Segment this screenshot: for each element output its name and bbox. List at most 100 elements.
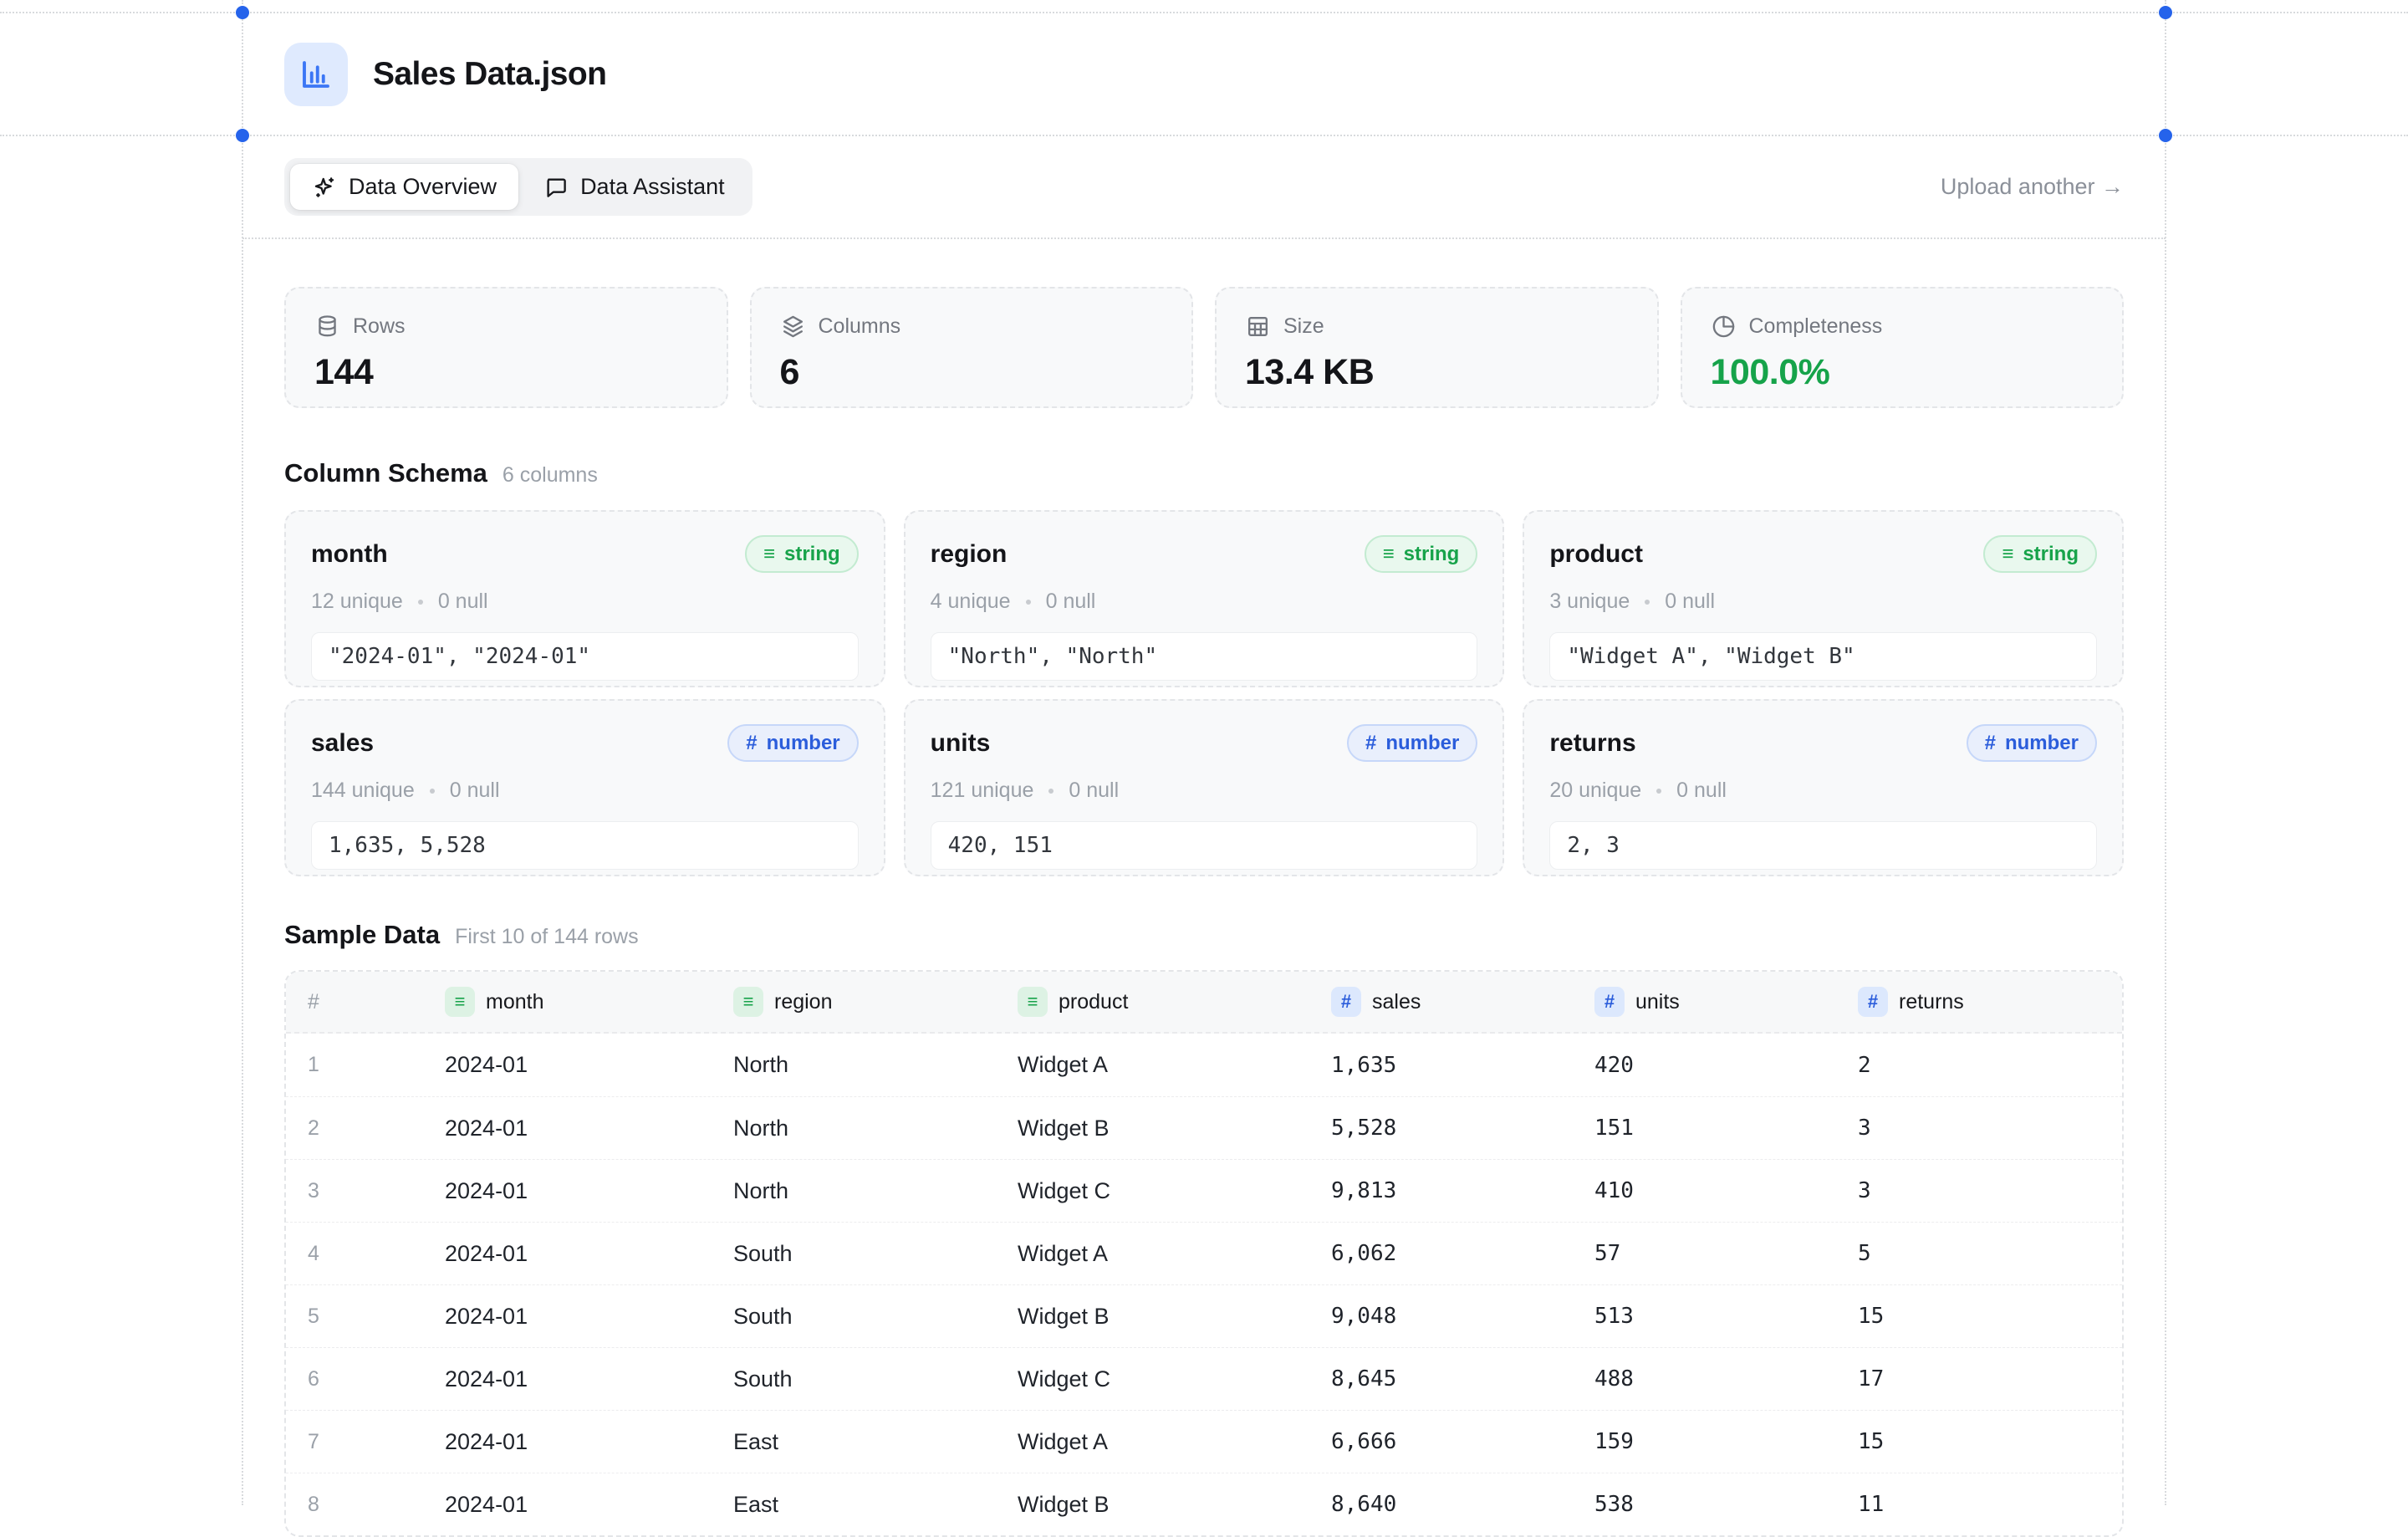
section-subtitle: First 10 of 144 rows [455, 925, 639, 949]
sample-values: "North", "North" [931, 632, 1478, 681]
cell-units: 538 [1594, 1492, 1858, 1517]
type-icon: # [1985, 730, 1996, 756]
null-count: 0 null [1665, 590, 1715, 614]
cell-region: North [733, 1052, 1018, 1078]
cell-returns: 11 [1858, 1492, 2122, 1517]
stat-label: Rows [353, 314, 406, 339]
unique-count: 144 unique [311, 779, 415, 803]
stat-label: Completeness [1749, 314, 1883, 339]
cell-index: 5 [308, 1305, 445, 1329]
cell-sales: 8,645 [1331, 1366, 1594, 1391]
cell-sales: 5,528 [1331, 1116, 1594, 1141]
cell-product: Widget B [1018, 1116, 1331, 1141]
cell-units: 151 [1594, 1116, 1858, 1141]
sample-values: "2024-01", "2024-01" [311, 632, 859, 681]
null-count: 0 null [1069, 779, 1119, 803]
resize-handle[interactable] [236, 6, 249, 19]
null-count: 0 null [438, 590, 488, 614]
cell-sales: 9,813 [1331, 1178, 1594, 1203]
section-title: Column Schema [284, 458, 487, 488]
stat-card: Columns 6 [750, 287, 1194, 408]
schema-card: returns # number 20 unique 0 null 2, 3 [1523, 699, 2124, 876]
unique-count: 3 unique [1549, 590, 1630, 614]
cell-month: 2024-01 [445, 1304, 733, 1330]
cell-index: 7 [308, 1430, 445, 1454]
dot-separator [418, 600, 423, 605]
table-column-header: # sales [1331, 987, 1594, 1017]
column-label: product [1059, 990, 1128, 1014]
column-name: product [1549, 540, 1643, 569]
cell-region: North [733, 1116, 1018, 1141]
column-label: month [486, 990, 543, 1014]
null-count: 0 null [1676, 779, 1727, 803]
stat-card: Size 13.4 KB [1215, 287, 1659, 408]
type-label: string [784, 541, 840, 567]
unique-count: 121 unique [931, 779, 1034, 803]
schema-card: region ≡ string 4 unique 0 null "North",… [904, 510, 1505, 687]
tab-data-overview[interactable]: Data Overview [290, 164, 518, 210]
tabs-row: Data Overview Data Assistant Upload anot… [242, 135, 2166, 238]
schema-grid: month ≡ string 12 unique 0 null "2024-01… [284, 510, 2124, 876]
resize-handle[interactable] [236, 129, 249, 142]
type-icon: # [746, 730, 757, 756]
schema-card: sales # number 144 unique 0 null 1,635, … [284, 699, 885, 876]
table-body: 1 2024-01 North Widget A 1,635 420 2 2 2… [286, 1034, 2122, 1535]
column-label: # [308, 990, 319, 1014]
sample-data-table: # ≡ month ≡ region ≡ product # sales # u… [284, 970, 2124, 1537]
sample-values: 2, 3 [1549, 821, 2097, 870]
cell-index: 4 [308, 1242, 445, 1266]
cell-index: 1 [308, 1053, 445, 1077]
column-name: units [931, 729, 991, 758]
bar-chart-icon [284, 43, 348, 106]
chat-bubble-icon [543, 175, 569, 200]
column-label: region [774, 990, 833, 1014]
section-subtitle: 6 columns [503, 463, 598, 488]
stat-value: 144 [314, 352, 698, 393]
column-label: returns [1899, 990, 1964, 1014]
dot-separator [1026, 600, 1031, 605]
cell-units: 513 [1594, 1304, 1858, 1329]
resize-handle[interactable] [2159, 6, 2172, 19]
sparkles-icon [312, 175, 337, 200]
cell-month: 2024-01 [445, 1366, 733, 1392]
null-count: 0 null [1046, 590, 1096, 614]
cell-returns: 3 [1858, 1178, 2122, 1203]
tab-data-assistant[interactable]: Data Assistant [522, 164, 747, 210]
type-icon: # [1365, 730, 1376, 756]
tab-label: Data Assistant [580, 174, 725, 200]
table-row: 2 2024-01 North Widget B 5,528 151 3 [286, 1096, 2122, 1159]
pie-chart-icon [1711, 314, 1737, 340]
cell-sales: 9,048 [1331, 1304, 1594, 1329]
type-label: string [1404, 541, 1460, 567]
cell-product: Widget A [1018, 1429, 1331, 1455]
cell-returns: 17 [1858, 1366, 2122, 1391]
type-badge: # number [1347, 724, 1477, 762]
column-type-icon: ≡ [445, 987, 475, 1017]
cell-units: 420 [1594, 1053, 1858, 1078]
cell-month: 2024-01 [445, 1116, 733, 1141]
table-column-header: ≡ region [733, 987, 1018, 1017]
cell-returns: 15 [1858, 1304, 2122, 1329]
upload-another-link[interactable]: Upload another → [1941, 174, 2124, 200]
schema-card: units # number 121 unique 0 null 420, 15… [904, 699, 1505, 876]
unique-count: 20 unique [1549, 779, 1641, 803]
cell-region: East [733, 1429, 1018, 1455]
cell-product: Widget A [1018, 1052, 1331, 1078]
table-column-header: ≡ product [1018, 987, 1331, 1017]
sample-values: 1,635, 5,528 [311, 821, 859, 870]
column-type-icon: ≡ [1018, 987, 1048, 1017]
type-badge: # number [1967, 724, 2097, 762]
column-type-icon: # [1594, 987, 1625, 1017]
table-column-header: # returns [1858, 987, 2122, 1017]
column-name: sales [311, 729, 374, 758]
main-content: Rows 144 Columns 6 Size 13.4 KB Complete… [242, 287, 2166, 1537]
schema-section-head: Column Schema 6 columns [284, 458, 2124, 488]
null-count: 0 null [450, 779, 500, 803]
file-header: Sales Data.json [242, 13, 2166, 135]
resize-handle[interactable] [2159, 129, 2172, 142]
type-label: string [2023, 541, 2079, 567]
cell-region: East [733, 1492, 1018, 1518]
cell-sales: 6,666 [1331, 1429, 1594, 1454]
cell-sales: 1,635 [1331, 1053, 1594, 1078]
column-type-icon: # [1858, 987, 1888, 1017]
